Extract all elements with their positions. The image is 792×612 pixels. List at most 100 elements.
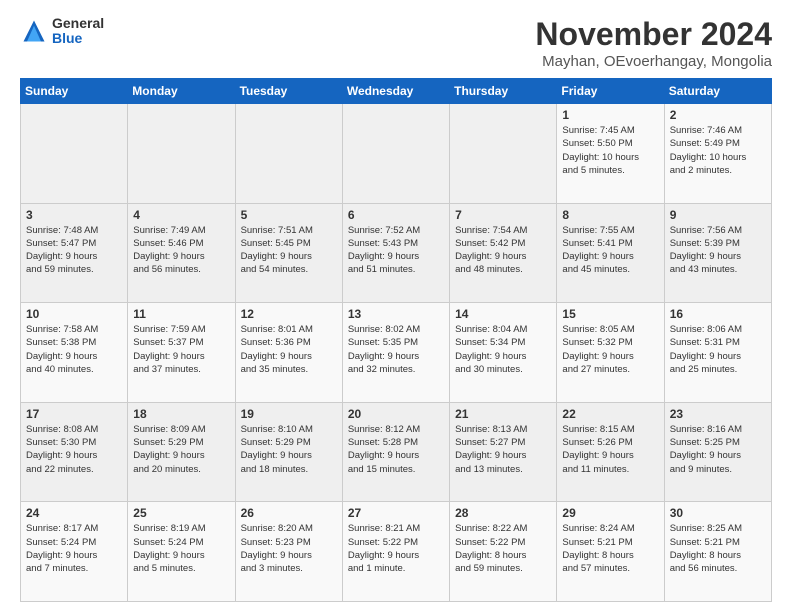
day-info: Sunrise: 7:52 AM Sunset: 5:43 PM Dayligh… [348,224,444,277]
day-number: 13 [348,307,444,321]
calendar-day-cell: 15 Sunrise: 8:05 AM Sunset: 5:32 PM Dayli… [557,303,664,403]
day-info: Sunrise: 8:09 AM Sunset: 5:29 PM Dayligh… [133,423,229,476]
day-info: Sunrise: 8:02 AM Sunset: 5:35 PM Dayligh… [348,323,444,376]
day-number: 19 [241,407,337,421]
day-number: 25 [133,506,229,520]
calendar-week-row: 3Sunrise: 7:48 AM Sunset: 5:47 PM Daylig… [21,203,772,303]
day-number: 8 [562,208,658,222]
calendar-page: General Blue November 2024 Mayhan, OEvoe… [0,0,792,612]
day-number: 17 [26,407,122,421]
day-number: 9 [670,208,766,222]
calendar-day-cell [450,104,557,204]
calendar-day-cell: 4 Sunrise: 7:49 AM Sunset: 5:46 PM Daylig… [128,203,235,303]
calendar-day-cell: 24 Sunrise: 8:17 AM Sunset: 5:24 PM Dayli… [21,502,128,602]
day-number: 21 [455,407,551,421]
calendar-day-cell: 13 Sunrise: 8:02 AM Sunset: 5:35 PM Dayli… [342,303,449,403]
day-info: Sunrise: 7:58 AM Sunset: 5:38 PM Dayligh… [26,323,122,376]
day-number: 12 [241,307,337,321]
calendar-day-cell: 23 Sunrise: 8:16 AM Sunset: 5:25 PM Dayli… [664,402,771,502]
day-info: Sunrise: 8:21 AM Sunset: 5:22 PM Dayligh… [348,522,444,575]
title-section: November 2024 Mayhan, OEvoerhangay, Mong… [535,16,772,70]
day-info: Sunrise: 7:54 AM Sunset: 5:42 PM Dayligh… [455,224,551,277]
day-number: 2 [670,108,766,122]
day-number: 14 [455,307,551,321]
day-info: Sunrise: 8:05 AM Sunset: 5:32 PM Dayligh… [562,323,658,376]
calendar-day-cell: 19 Sunrise: 8:10 AM Sunset: 5:29 PM Dayli… [235,402,342,502]
day-number: 26 [241,506,337,520]
calendar-body: 1 Sunrise: 7:45 AM Sunset: 5:50 PM Daylig… [21,104,772,602]
calendar-day-cell: 29 Sunrise: 8:24 AM Sunset: 5:21 PM Dayli… [557,502,664,602]
day-number: 16 [670,307,766,321]
calendar-title: November 2024 [535,16,772,53]
calendar-day-cell: 14 Sunrise: 8:04 AM Sunset: 5:34 PM Dayli… [450,303,557,403]
calendar-day-cell: 8 Sunrise: 7:55 AM Sunset: 5:41 PM Daylig… [557,203,664,303]
day-number: 5 [241,208,337,222]
day-info: Sunrise: 8:22 AM Sunset: 5:22 PM Dayligh… [455,522,551,575]
calendar-day-cell: 27Sunrise: 8:21 AM Sunset: 5:22 PM Dayli… [342,502,449,602]
calendar-day-cell: 28Sunrise: 8:22 AM Sunset: 5:22 PM Dayli… [450,502,557,602]
day-info: Sunrise: 8:24 AM Sunset: 5:21 PM Dayligh… [562,522,658,575]
calendar-week-row: 17Sunrise: 8:08 AM Sunset: 5:30 PM Dayli… [21,402,772,502]
day-number: 1 [562,108,658,122]
day-number: 7 [455,208,551,222]
day-info: Sunrise: 7:59 AM Sunset: 5:37 PM Dayligh… [133,323,229,376]
calendar-week-row: 10 Sunrise: 7:58 AM Sunset: 5:38 PM Dayli… [21,303,772,403]
day-info: Sunrise: 7:45 AM Sunset: 5:50 PM Dayligh… [562,124,658,177]
weekday-header: Friday [557,79,664,104]
day-number: 24 [26,506,122,520]
calendar-day-cell: 18Sunrise: 8:09 AM Sunset: 5:29 PM Dayli… [128,402,235,502]
calendar-day-cell: 16 Sunrise: 8:06 AM Sunset: 5:31 PM Dayli… [664,303,771,403]
day-info: Sunrise: 8:20 AM Sunset: 5:23 PM Dayligh… [241,522,337,575]
day-info: Sunrise: 8:25 AM Sunset: 5:21 PM Dayligh… [670,522,766,575]
day-number: 29 [562,506,658,520]
day-number: 11 [133,307,229,321]
calendar-day-cell [21,104,128,204]
calendar-day-cell: 1 Sunrise: 7:45 AM Sunset: 5:50 PM Daylig… [557,104,664,204]
weekday-header: Tuesday [235,79,342,104]
calendar-day-cell: 7 Sunrise: 7:54 AM Sunset: 5:42 PM Daylig… [450,203,557,303]
logo-icon [20,17,48,45]
calendar-day-cell: 22 Sunrise: 8:15 AM Sunset: 5:26 PM Dayli… [557,402,664,502]
day-number: 4 [133,208,229,222]
day-info: Sunrise: 8:12 AM Sunset: 5:28 PM Dayligh… [348,423,444,476]
day-number: 30 [670,506,766,520]
day-info: Sunrise: 8:15 AM Sunset: 5:26 PM Dayligh… [562,423,658,476]
day-number: 23 [670,407,766,421]
calendar-day-cell: 5 Sunrise: 7:51 AM Sunset: 5:45 PM Daylig… [235,203,342,303]
day-info: Sunrise: 7:51 AM Sunset: 5:45 PM Dayligh… [241,224,337,277]
logo: General Blue [20,16,104,47]
day-number: 20 [348,407,444,421]
day-info: Sunrise: 7:49 AM Sunset: 5:46 PM Dayligh… [133,224,229,277]
day-info: Sunrise: 7:55 AM Sunset: 5:41 PM Dayligh… [562,224,658,277]
calendar-table: SundayMondayTuesdayWednesdayThursdayFrid… [20,78,772,602]
calendar-header: SundayMondayTuesdayWednesdayThursdayFrid… [21,79,772,104]
header: General Blue November 2024 Mayhan, OEvoe… [20,16,772,70]
calendar-day-cell: 9Sunrise: 7:56 AM Sunset: 5:39 PM Daylig… [664,203,771,303]
calendar-day-cell: 20 Sunrise: 8:12 AM Sunset: 5:28 PM Dayli… [342,402,449,502]
weekday-header: Monday [128,79,235,104]
day-info: Sunrise: 8:10 AM Sunset: 5:29 PM Dayligh… [241,423,337,476]
day-number: 10 [26,307,122,321]
day-info: Sunrise: 8:06 AM Sunset: 5:31 PM Dayligh… [670,323,766,376]
day-number: 6 [348,208,444,222]
day-info: Sunrise: 8:17 AM Sunset: 5:24 PM Dayligh… [26,522,122,575]
day-info: Sunrise: 8:01 AM Sunset: 5:36 PM Dayligh… [241,323,337,376]
calendar-day-cell: 11 Sunrise: 7:59 AM Sunset: 5:37 PM Dayli… [128,303,235,403]
weekday-header: Thursday [450,79,557,104]
day-info: Sunrise: 7:46 AM Sunset: 5:49 PM Dayligh… [670,124,766,177]
day-info: Sunrise: 8:16 AM Sunset: 5:25 PM Dayligh… [670,423,766,476]
day-number: 22 [562,407,658,421]
calendar-week-row: 1 Sunrise: 7:45 AM Sunset: 5:50 PM Daylig… [21,104,772,204]
calendar-day-cell: 10 Sunrise: 7:58 AM Sunset: 5:38 PM Dayli… [21,303,128,403]
calendar-day-cell [128,104,235,204]
calendar-day-cell: 30 Sunrise: 8:25 AM Sunset: 5:21 PM Dayli… [664,502,771,602]
day-info: Sunrise: 8:19 AM Sunset: 5:24 PM Dayligh… [133,522,229,575]
calendar-day-cell: 6 Sunrise: 7:52 AM Sunset: 5:43 PM Daylig… [342,203,449,303]
calendar-subtitle: Mayhan, OEvoerhangay, Mongolia [535,53,772,70]
calendar-week-row: 24 Sunrise: 8:17 AM Sunset: 5:24 PM Dayli… [21,502,772,602]
day-info: Sunrise: 8:13 AM Sunset: 5:27 PM Dayligh… [455,423,551,476]
day-number: 15 [562,307,658,321]
logo-text: General Blue [52,16,104,47]
day-info: Sunrise: 8:04 AM Sunset: 5:34 PM Dayligh… [455,323,551,376]
weekday-header: Sunday [21,79,128,104]
